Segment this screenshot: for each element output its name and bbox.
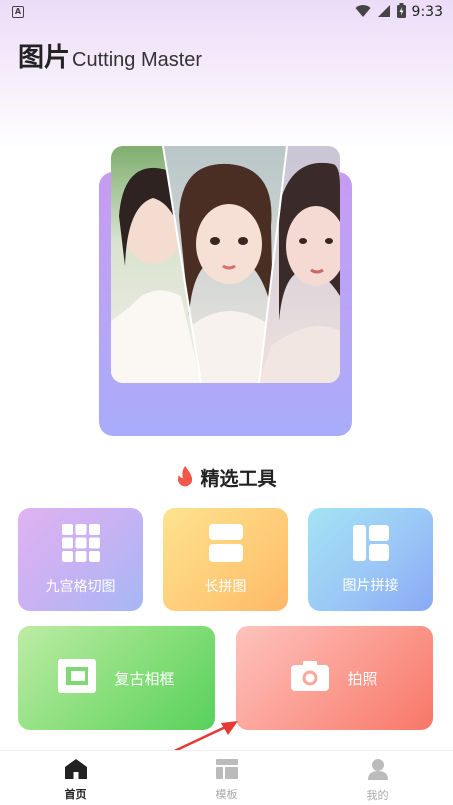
signal-icon [377,3,391,22]
nav-home-label: 首页 [64,788,87,801]
profile-icon [367,759,388,784]
app-header: 图片 Cutting Master [18,37,202,74]
app-title-en: Cutting Master [72,49,203,71]
bottom-nav: 首页 模板 我的 [0,750,453,805]
image-stitch-label: 图片拼接 [342,577,399,594]
app-title-cn: 图片 [18,43,71,73]
long-stitch-card[interactable]: 长拼图 [163,508,288,611]
take-photo-label: 拍照 [347,669,378,688]
grid-cut-label: 九宫格切图 [45,578,116,595]
frame-icon [58,659,97,697]
nav-templates[interactable]: 模板 [151,751,302,805]
home-icon [64,759,87,783]
nav-templates-label: 模板 [215,788,238,801]
long-stitch-icon [208,523,243,566]
grid-cut-card[interactable]: 九宫格切图 [18,508,143,611]
take-photo-card[interactable]: 拍照 [236,626,433,730]
collage-icon [352,524,389,565]
image-stitch-card[interactable]: 图片拼接 [308,508,433,611]
clock: 9:33 [411,4,443,20]
template-icon [215,759,238,783]
battery-icon [396,2,406,22]
nav-profile-label: 我的 [366,789,389,802]
hero-image [111,146,340,383]
notification-badge: A [12,6,24,18]
featured-tools-heading: 精选工具 [0,464,453,491]
long-stitch-label: 长拼图 [204,578,247,595]
nav-home[interactable]: 首页 [0,751,151,805]
flame-icon [176,465,194,491]
retro-frame-label: 复古相框 [114,669,175,688]
status-bar: A 9:33 [0,0,453,24]
nav-profile[interactable]: 我的 [302,751,453,805]
camera-icon [291,661,330,695]
grid-icon [61,523,100,566]
status-icons: 9:33 [355,2,443,22]
section-title: 精选工具 [200,468,277,490]
wifi-icon [355,3,371,22]
